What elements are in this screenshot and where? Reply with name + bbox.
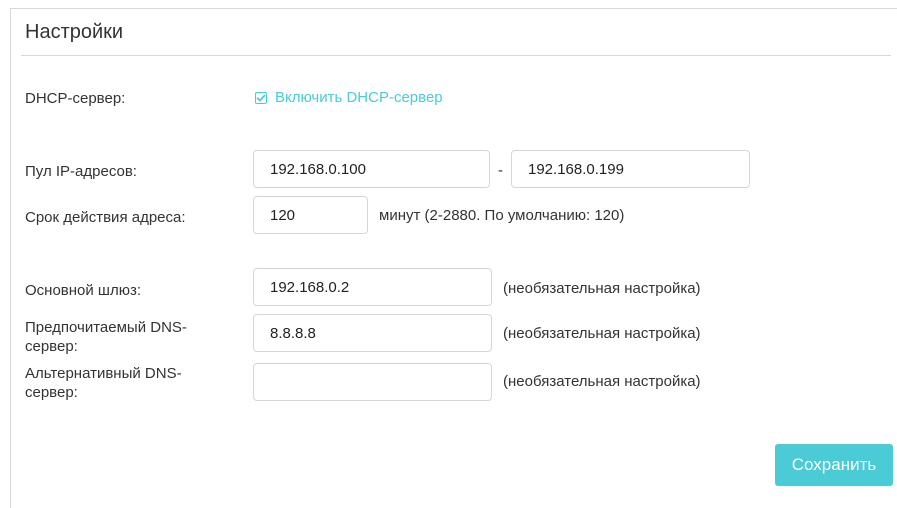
gateway-label: Основной шлюз: bbox=[25, 282, 142, 299]
dhcp-enable-label[interactable]: Включить DHCP-сервер bbox=[275, 89, 443, 106]
checkmark-icon bbox=[256, 94, 266, 101]
dns-alternate-label: Альтернативный DNS- сервер: bbox=[25, 364, 182, 402]
dns-alternate-input[interactable] bbox=[253, 363, 492, 401]
gateway-hint: (необязательная настройка) bbox=[503, 280, 701, 297]
ip-pool-separator: - bbox=[498, 162, 503, 179]
dhcp-enable-checkbox[interactable] bbox=[255, 91, 267, 104]
ip-pool-end-input[interactable] bbox=[511, 150, 750, 188]
ip-pool-label: Пул IP-адресов: bbox=[25, 163, 137, 180]
dns-primary-label: Предпочитаемый DNS- сервер: bbox=[25, 318, 187, 356]
dns-primary-input[interactable] bbox=[253, 314, 492, 352]
ip-pool-start-input[interactable] bbox=[253, 150, 490, 188]
dns-primary-label-line2: сервер: bbox=[25, 338, 78, 355]
dns-alternate-hint: (необязательная настройка) bbox=[503, 373, 701, 390]
dns-primary-label-line1: Предпочитаемый DNS- bbox=[25, 319, 187, 336]
lease-time-label: Срок действия адреса: bbox=[25, 209, 186, 226]
lease-time-hint: минут (2-2880. По умолчанию: 120) bbox=[379, 207, 625, 224]
dns-primary-hint: (необязательная настройка) bbox=[503, 325, 701, 342]
gateway-input[interactable] bbox=[253, 268, 492, 306]
dhcp-server-label: DHCP-сервер: bbox=[25, 90, 126, 107]
save-button[interactable]: Сохранить bbox=[775, 444, 893, 486]
section-title: Настройки bbox=[25, 21, 124, 43]
dns-alternate-label-line2: сервер: bbox=[25, 384, 78, 401]
dhcp-enable-checkbox-wrap[interactable]: Включить DHCP-сервер bbox=[255, 89, 443, 106]
title-divider bbox=[21, 55, 891, 56]
lease-time-input[interactable] bbox=[253, 196, 368, 234]
settings-panel: Настройки DHCP-сервер: Включить DHCP-сер… bbox=[10, 8, 897, 508]
dns-alternate-label-line1: Альтернативный DNS- bbox=[25, 365, 182, 382]
